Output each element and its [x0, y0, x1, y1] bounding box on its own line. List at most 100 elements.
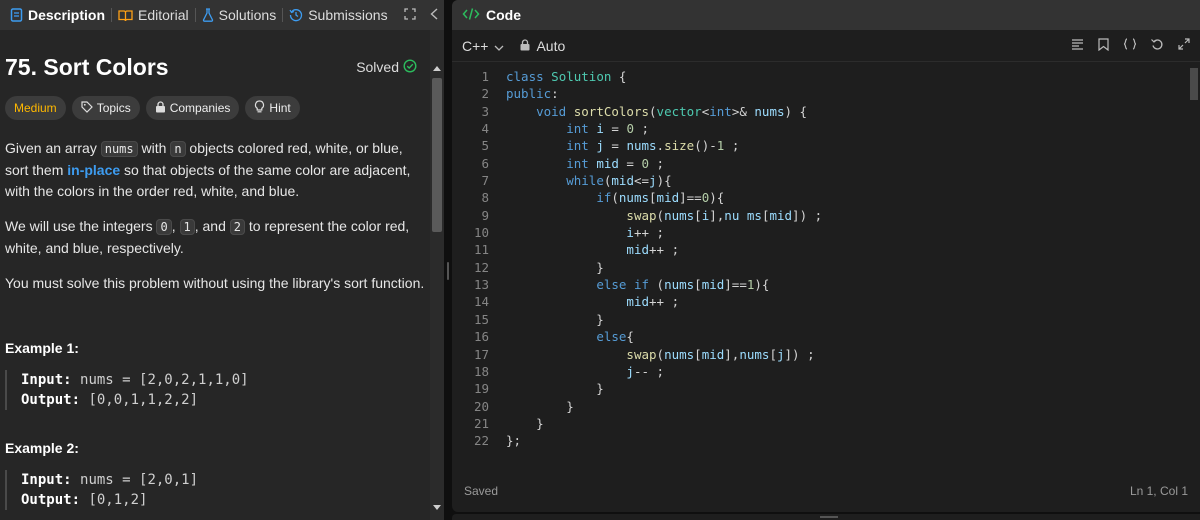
console-panel-edge[interactable]	[452, 514, 1200, 520]
inline-code: 2	[229, 219, 245, 235]
editor-toolbar: C++ Auto	[452, 30, 1200, 62]
code-line: 17 swap(nums[mid],nums[j]) ;	[473, 346, 815, 362]
description-paragraph-3: You must solve this problem without usin…	[5, 275, 425, 291]
code-line: 3 void sortColors(vector<int>& nums) {	[481, 103, 808, 119]
description-paragraph-2: We will use the integers 0, 1, and 2 to …	[5, 218, 410, 256]
code-line: 1 class Solution {	[481, 69, 627, 84]
code-line: 21 }	[473, 415, 544, 431]
code-line: 11 mid++ ;	[473, 242, 680, 258]
problem-content: 75. Sort Colors Solved Medium Topics Com…	[5, 30, 425, 510]
code-line: 22};	[473, 433, 522, 449]
code-line: 13 else if (nums[mid]==1){	[473, 277, 770, 293]
companies-label: Companies	[169, 101, 231, 115]
code-line: 4 int i = 0 ;	[481, 121, 650, 137]
braces-icon[interactable]	[1123, 37, 1137, 54]
console-resizer-grip	[820, 516, 838, 518]
language-label: C++	[462, 37, 489, 54]
tab-editorial[interactable]: Editorial	[112, 0, 195, 30]
panel-tools	[403, 7, 438, 23]
bookmark-icon[interactable]	[1098, 37, 1109, 54]
lightbulb-icon	[254, 100, 265, 116]
editor-tool-icons	[1071, 37, 1190, 54]
inline-code: nums	[100, 141, 138, 157]
description-scrollbar[interactable]	[430, 30, 444, 520]
document-icon	[10, 8, 23, 22]
code-line: 16 else{	[473, 329, 634, 345]
code-line: 2 public:	[481, 86, 559, 102]
code-line: 19 }	[473, 381, 604, 397]
scroll-up-arrow[interactable]	[433, 66, 441, 71]
inline-code: n	[170, 141, 186, 157]
description-paragraph-1: Given an array nums with n objects color…	[5, 140, 411, 199]
code-editor[interactable]: 1 class Solution { 2 public: 3 void sortCo…	[452, 68, 1188, 468]
tab-description[interactable]: Description	[4, 0, 111, 30]
tab-submissions[interactable]: Submissions	[283, 0, 393, 30]
in-place-link[interactable]: in-place	[67, 162, 120, 178]
collapse-chevron-icon[interactable]	[430, 7, 438, 23]
example-1-title: Example 1:	[5, 340, 79, 356]
code-line: 15 }	[473, 311, 604, 327]
save-status: Saved	[464, 484, 499, 498]
editor-scrollbar-thumb[interactable]	[1190, 68, 1198, 100]
example-2-title: Example 2:	[5, 440, 79, 456]
code-line: 20 }	[473, 398, 574, 414]
hint-button[interactable]: Hint	[245, 96, 300, 120]
fullscreen-icon[interactable]	[1178, 37, 1190, 54]
code-line: 9 swap(nums[i],nu ms[mid]) ;	[481, 207, 823, 223]
reset-icon[interactable]	[1151, 38, 1164, 54]
tab-solutions[interactable]: Solutions	[196, 0, 283, 30]
code-panel-title: Code	[486, 7, 521, 23]
book-icon	[118, 9, 133, 22]
title-row: 75. Sort Colors Solved	[5, 52, 425, 82]
tab-editorial-label: Editorial	[138, 7, 189, 23]
lock-icon	[520, 38, 530, 54]
auto-mode-label: Auto	[536, 37, 566, 54]
scroll-down-arrow[interactable]	[433, 505, 441, 510]
problem-tabs: Description Editorial Solutions Submissi…	[0, 0, 444, 30]
code-line: 6 int mid = 0 ;	[481, 155, 665, 171]
code-line: 8 if(nums[mid]==0){	[481, 190, 725, 206]
problem-panel: Description Editorial Solutions Submissi…	[0, 0, 444, 520]
difficulty-label: Medium	[14, 101, 57, 115]
scroll-thumb[interactable]	[432, 78, 442, 232]
topics-button[interactable]: Topics	[71, 96, 140, 120]
editor-status-bar: Saved Ln 1, Col 1	[464, 484, 1188, 498]
code-line: 12 }	[473, 259, 604, 275]
topics-label: Topics	[96, 101, 131, 115]
code-line: 18 j-- ;	[473, 363, 665, 379]
inline-code: 1	[179, 219, 195, 235]
companies-button[interactable]: Companies	[145, 96, 240, 120]
example-2-box: Input: nums = [2,0,1] Output: [0,1,2]	[5, 470, 425, 510]
code-line: 7 while(mid<=j){	[481, 173, 672, 189]
history-icon	[289, 8, 303, 22]
solved-badge: Solved	[356, 58, 417, 76]
tag-icon	[81, 100, 93, 116]
code-line: 14 mid++ ;	[473, 294, 680, 310]
panel-resizer[interactable]	[444, 0, 452, 520]
tab-description-label: Description	[28, 7, 106, 23]
language-select[interactable]: C++	[462, 38, 504, 54]
code-line: 5 int j = nums.size()-1 ;	[481, 138, 740, 154]
check-circle-icon	[403, 58, 417, 76]
inline-code: 0	[156, 219, 172, 235]
problem-title[interactable]: 75. Sort Colors	[5, 54, 169, 81]
flask-icon	[202, 8, 214, 22]
format-lines-icon[interactable]	[1071, 38, 1084, 54]
code-line: 10 i++ ;	[473, 225, 665, 241]
tab-solutions-label: Solutions	[218, 7, 277, 23]
code-brackets-icon	[462, 7, 480, 24]
solved-label: Solved	[356, 59, 399, 75]
auto-mode-toggle[interactable]: Auto	[520, 38, 565, 54]
resizer-grip	[447, 262, 449, 280]
example-1-box: Input: nums = [2,0,2,1,1,0] Output: [0,0…	[5, 370, 425, 410]
chevron-down-icon	[494, 38, 504, 54]
problem-tags: Medium Topics Companies Hint	[5, 96, 425, 120]
hint-label: Hint	[269, 101, 291, 115]
lock-icon	[155, 100, 166, 116]
code-panel-header: Code	[452, 0, 1200, 30]
difficulty-badge: Medium	[5, 96, 66, 120]
expand-icon[interactable]	[403, 7, 416, 23]
tab-submissions-label: Submissions	[308, 7, 388, 23]
cursor-position: Ln 1, Col 1	[1129, 484, 1188, 498]
code-panel: Code C++ Auto 1 class Solution { 2 public:…	[452, 0, 1200, 512]
